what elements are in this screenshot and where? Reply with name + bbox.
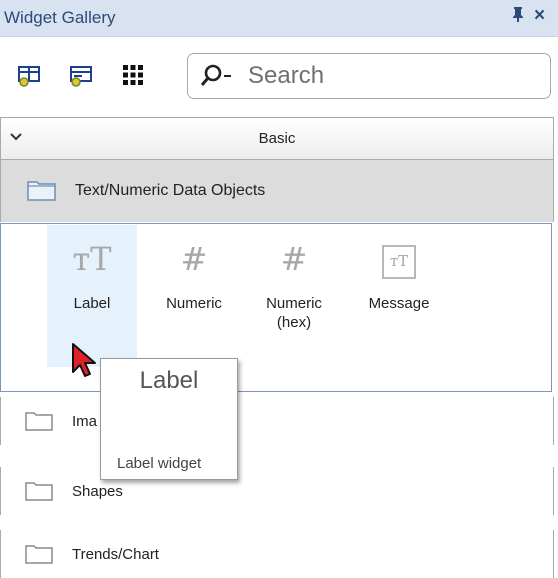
widget-label[interactable]: ᴛT Label: [47, 224, 137, 313]
folder-icon: [25, 481, 53, 506]
grid-view-icon[interactable]: [120, 62, 146, 88]
widget-label-text: Numeric (hex): [266, 295, 322, 331]
widget-label-text: Label: [73, 295, 111, 312]
widget-numeric-hex[interactable]: # Numeric (hex): [249, 224, 339, 332]
search-box[interactable]: [187, 53, 551, 99]
mouse-cursor-icon: [70, 342, 100, 387]
folder-icon: [25, 544, 53, 569]
widget-numeric[interactable]: # Numeric: [149, 224, 239, 313]
group-header-basic[interactable]: Basic: [0, 117, 554, 160]
category-label: Trends/Chart: [72, 546, 159, 563]
edit-widget-icon[interactable]: [68, 62, 94, 88]
tooltip-title: Label: [139, 367, 199, 394]
category-label: Shapes: [72, 483, 123, 500]
category-label: Text/Numeric Data Objects: [75, 182, 266, 199]
hash-icon: #: [180, 240, 208, 278]
close-icon[interactable]: ×: [534, 5, 545, 27]
category-shapes[interactable]: Shapes: [0, 467, 554, 515]
group-label: Basic: [258, 130, 296, 147]
search-input[interactable]: [246, 60, 540, 92]
category-label: Ima: [72, 413, 98, 430]
tooltip-description: Label widget: [117, 455, 202, 472]
widget-label-text: Numeric: [166, 295, 222, 312]
folder-icon: [25, 411, 53, 436]
panel-title: Widget Gallery: [4, 8, 116, 27]
widget-label-text: Message: [368, 295, 430, 312]
widget-message[interactable]: ᴛT Message: [354, 224, 444, 313]
folder-icon: [27, 179, 57, 206]
tooltip: Label Label widget: [100, 358, 238, 480]
message-icon: ᴛT: [354, 224, 444, 294]
pin-icon[interactable]: [511, 6, 525, 27]
category-text-numeric[interactable]: Text/Numeric Data Objects: [0, 160, 554, 222]
panel-titlebar: Widget Gallery ×: [0, 0, 558, 37]
add-widget-icon[interactable]: [16, 62, 42, 88]
hash-icon: #: [280, 240, 308, 278]
category-trends-chart[interactable]: Trends/Chart: [0, 530, 554, 578]
category-images[interactable]: Ima: [0, 397, 554, 445]
search-icon[interactable]: [198, 62, 231, 90]
text-tt-icon: ᴛT: [72, 240, 112, 278]
